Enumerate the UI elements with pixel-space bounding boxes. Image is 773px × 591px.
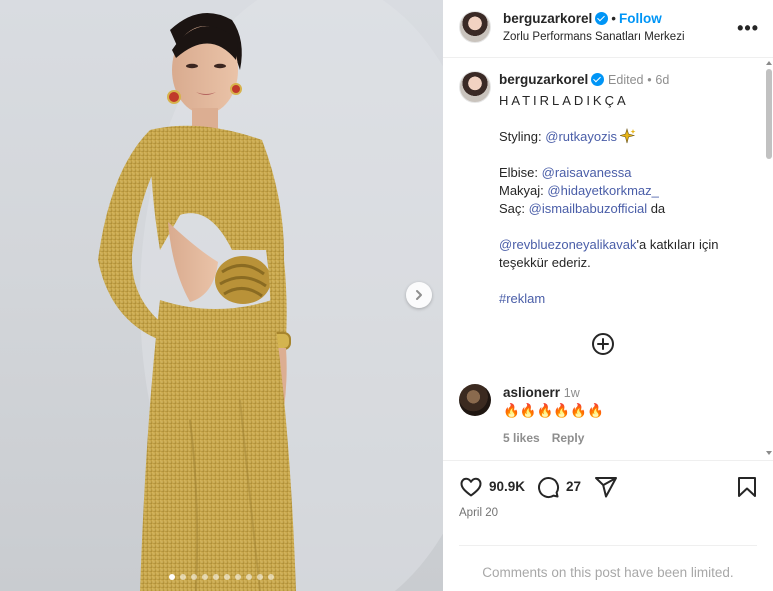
carousel-dot [180, 574, 186, 580]
hair-suffix: da [647, 201, 666, 216]
post-location[interactable]: Zorlu Performans Sanatları Merkezi [503, 31, 685, 43]
styling-label: Styling: [499, 129, 546, 144]
separator-dot: • [647, 73, 652, 87]
carousel-dot [224, 574, 230, 580]
post-actions: 90.9K 27 April 20 Comments on this post … [443, 460, 773, 591]
carousel-dot [235, 574, 241, 580]
caption-dress-line: Elbise: @raisavanessa [499, 164, 757, 182]
caption-hair-line: Saç: @ismailbabuzofficial da [499, 200, 757, 218]
comment-likes-link[interactable]: 5 likes [503, 431, 540, 445]
comments-limited-notice: Comments on this post have been limited. [459, 545, 757, 580]
carousel-dot [268, 574, 274, 580]
hair-label: Saç: [499, 201, 529, 216]
comment-meta: 5 likes Reply [503, 431, 596, 445]
carousel-dot [169, 574, 175, 580]
mention-link[interactable]: @rutkayozis [545, 129, 617, 144]
bookmark-icon[interactable] [735, 475, 759, 499]
venue-suffix: 'a katkıları için [636, 237, 719, 252]
post-date[interactable]: April 20 [459, 507, 498, 519]
carousel-dot [257, 574, 263, 580]
caption-title: HATIRLADIKÇA [499, 93, 629, 108]
scroll-down-icon[interactable] [766, 451, 772, 455]
post-media[interactable] [0, 0, 443, 591]
caption-header: berguzarkorel Edited • 6d [499, 72, 669, 87]
edited-label: Edited [608, 73, 644, 87]
likes-count[interactable]: 90.9K [489, 479, 525, 494]
carousel-dot [246, 574, 252, 580]
dress-label: Elbise: [499, 165, 542, 180]
mention-link[interactable]: @ismailbabuzofficial [529, 201, 647, 216]
commenter-username[interactable]: aslionerr [503, 385, 560, 400]
comments-count: 27 [566, 479, 582, 494]
mention-link[interactable]: @hidayetkorkmaz_ [547, 183, 658, 198]
caption-time[interactable]: 6d [655, 73, 669, 87]
share-icon[interactable] [594, 475, 618, 499]
caption-makeup-line: Makyaj: @hidayetkorkmaz_ [499, 182, 757, 200]
caption-thanks-line: teşekkür ederiz. [499, 255, 591, 270]
heart-icon[interactable] [459, 475, 483, 499]
follow-button[interactable]: Follow [619, 11, 662, 26]
comment-time[interactable]: 1w [564, 386, 580, 400]
comments-scrollbar[interactable] [765, 59, 773, 459]
carousel-dot [213, 574, 219, 580]
chevron-right-icon [416, 290, 422, 300]
verified-badge-icon [595, 12, 609, 25]
hashtag-link[interactable]: #reklam [499, 291, 545, 306]
scroll-up-icon[interactable] [766, 61, 772, 65]
more-options-icon[interactable]: ••• [737, 19, 759, 37]
commenter-avatar[interactable] [459, 384, 491, 416]
author-username[interactable]: berguzarkorel [503, 11, 592, 26]
caption-venue-line: @revbluezoneyalikavak'a katkıları için [499, 236, 757, 254]
post-header: berguzarkorel • Follow Zorlu Performans Sa… [443, 0, 773, 58]
carousel-dot [202, 574, 208, 580]
scrollbar-thumb[interactable] [766, 69, 772, 159]
sparkles-icon [619, 128, 636, 144]
carousel-dot [191, 574, 197, 580]
next-photo-button[interactable] [406, 282, 432, 308]
carousel-indicator [0, 574, 443, 580]
comment-text: 🔥🔥🔥🔥🔥🔥 [503, 403, 604, 418]
mention-link[interactable]: @raisavanessa [542, 165, 632, 180]
makeup-label: Makyaj: [499, 183, 548, 198]
separator-dot: • [611, 11, 617, 26]
comment-header: aslionerr 1w [503, 385, 580, 400]
comment-icon[interactable] [536, 475, 560, 499]
post-photo [98, 0, 443, 591]
comment-reply-button[interactable]: Reply [552, 431, 585, 445]
caption-text: HATIRLADIKÇA Styling: @rutkayozis Elbise… [499, 92, 757, 308]
mention-link[interactable]: @revbluezoneyalikavak [499, 237, 637, 252]
post-details-panel: berguzarkorel • Follow Zorlu Performans Sa… [443, 0, 773, 591]
comments-scroll-area[interactable]: berguzarkorel Edited • 6d HATIRLADIKÇA S… [443, 59, 773, 459]
caption-author-avatar[interactable] [459, 71, 491, 103]
caption-author-username[interactable]: berguzarkorel [499, 72, 588, 87]
load-more-comments-icon[interactable] [591, 332, 615, 356]
author-avatar[interactable] [459, 11, 491, 43]
caption-styling-line: Styling: @rutkayozis [499, 128, 757, 146]
verified-badge-icon [591, 73, 605, 86]
